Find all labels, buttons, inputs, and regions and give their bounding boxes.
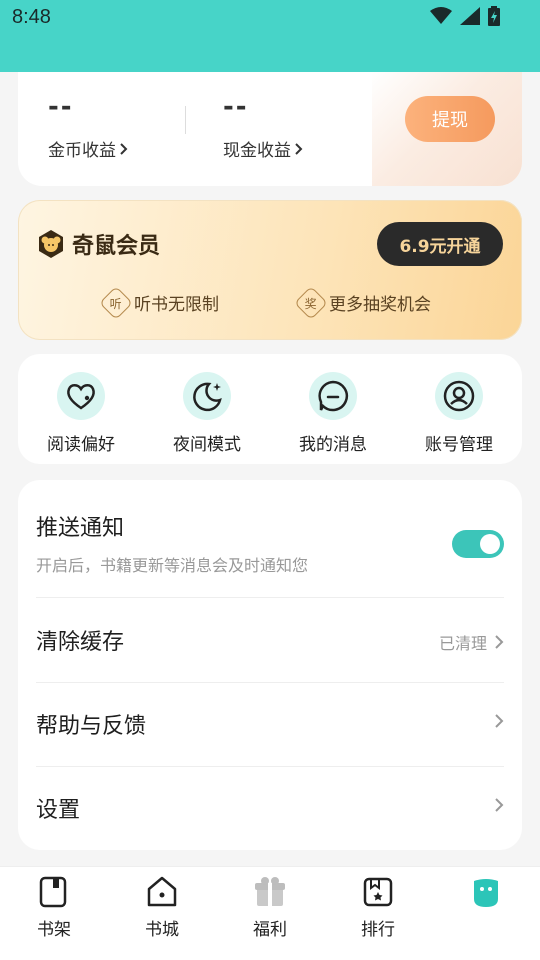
status-bar: 8:48 xyxy=(0,0,540,72)
tab-profile[interactable] xyxy=(446,875,526,915)
tab-ranking[interactable]: 排行 xyxy=(338,875,418,940)
tab-welfare[interactable]: 福利 xyxy=(230,875,310,940)
push-toggle[interactable] xyxy=(452,530,504,558)
chevron-right-icon xyxy=(495,714,504,728)
help-feedback-row[interactable]: 帮助与反馈 xyxy=(36,708,504,742)
quick-night-mode[interactable]: 夜间模式 xyxy=(147,372,267,455)
quick-actions: 阅读偏好 夜间模式 我的消息 账号管理 xyxy=(18,354,522,464)
vip-subscribe-button[interactable]: 6.9元开通 xyxy=(377,222,503,266)
divider xyxy=(36,766,504,767)
coin-earnings[interactable]: -- 金币收益 xyxy=(48,92,128,161)
battery-icon xyxy=(488,6,500,26)
heart-icon xyxy=(57,372,105,420)
tab-bookshelf[interactable]: 书架 xyxy=(14,875,94,940)
vip-perk-label: 更多抽奖机会 xyxy=(329,295,431,315)
settings-title: 设置 xyxy=(36,798,81,823)
clear-cache-title: 清除缓存 xyxy=(36,630,125,655)
bottom-tab-bar: 书架 书城 福利 排行 xyxy=(0,866,540,960)
tab-bookstore[interactable]: 书城 xyxy=(122,875,202,940)
chevron-right-icon xyxy=(120,142,128,155)
vip-perk-label: 听书无限制 xyxy=(134,295,219,315)
cache-status: 已清理 xyxy=(438,634,487,653)
quick-label: 账号管理 xyxy=(425,435,493,455)
prize-badge-icon: 奖 xyxy=(294,285,328,320)
tab-label: 排行 xyxy=(361,920,395,940)
clear-cache-row[interactable]: 清除缓存 已清理 xyxy=(36,624,504,658)
wifi-icon xyxy=(430,7,452,24)
gift-icon xyxy=(255,877,285,906)
quick-reading-preference[interactable]: 阅读偏好 xyxy=(21,372,141,455)
listen-badge-icon: 听 xyxy=(99,285,133,320)
cash-value: -- xyxy=(223,92,249,122)
chevron-right-icon xyxy=(495,798,504,812)
vip-perk: 听 听书无限制 xyxy=(99,285,219,320)
tab-label: 书架 xyxy=(37,920,71,940)
earnings-card: -- 金币收益 -- 现金收益 提现 xyxy=(18,72,522,186)
settings-list: 推送通知 开启后，书籍更新等消息会及时通知您 清除缓存 已清理 帮助与反馈 设置 xyxy=(18,480,522,850)
chevron-right-icon xyxy=(495,635,504,649)
quick-messages[interactable]: 我的消息 xyxy=(273,372,393,455)
push-notification-row: 推送通知 开启后，书籍更新等消息会及时通知您 xyxy=(36,510,504,580)
tab-label: 福利 xyxy=(253,920,287,940)
earnings-divider xyxy=(185,106,186,134)
vip-mouse-icon xyxy=(39,230,63,258)
quick-account[interactable]: 账号管理 xyxy=(399,372,519,455)
cash-earnings[interactable]: -- 现金收益 xyxy=(223,92,303,161)
profile-icon xyxy=(474,879,498,907)
account-icon xyxy=(435,372,483,420)
coin-value: -- xyxy=(48,92,74,122)
divider xyxy=(36,597,504,598)
vip-title: 奇鼠会员 xyxy=(72,233,161,259)
settings-row[interactable]: 设置 xyxy=(36,792,504,826)
tab-label: 书城 xyxy=(145,920,179,940)
withdraw-button[interactable]: 提现 xyxy=(405,96,495,142)
quick-label: 我的消息 xyxy=(299,435,367,455)
quick-label: 阅读偏好 xyxy=(47,435,115,455)
divider xyxy=(36,682,504,683)
vip-perk: 奖 更多抽奖机会 xyxy=(294,285,431,320)
status-time: 8:48 xyxy=(12,6,51,28)
push-title: 推送通知 xyxy=(36,516,125,541)
bookstore-icon xyxy=(147,876,177,907)
coin-label: 金币收益 xyxy=(48,141,116,161)
toggle-knob xyxy=(480,534,500,554)
chevron-right-icon xyxy=(295,142,303,155)
push-subtitle: 开启后，书籍更新等消息会及时通知您 xyxy=(36,556,309,575)
ranking-icon xyxy=(363,877,393,907)
cash-label: 现金收益 xyxy=(223,141,291,161)
moon-icon xyxy=(183,372,231,420)
vip-card[interactable]: 奇鼠会员 6.9元开通 听 听书无限制 奖 更多抽奖机会 xyxy=(18,200,522,340)
bookshelf-icon xyxy=(39,876,67,908)
signal-icon xyxy=(460,7,480,25)
quick-label: 夜间模式 xyxy=(173,435,241,455)
message-icon xyxy=(309,372,357,420)
help-title: 帮助与反馈 xyxy=(36,714,147,739)
